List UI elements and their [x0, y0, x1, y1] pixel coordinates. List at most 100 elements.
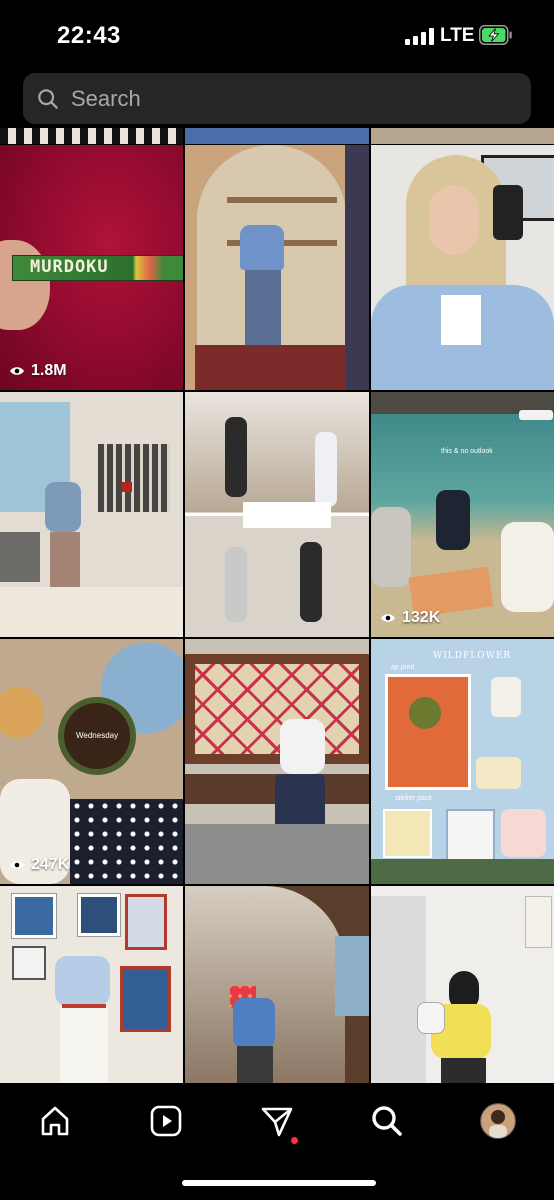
sticker [446, 809, 495, 861]
sticker [383, 809, 432, 858]
person-dark [300, 542, 322, 622]
cafe-tables [0, 532, 40, 582]
reels-icon [150, 1105, 182, 1137]
tile-gallery-wall[interactable] [0, 886, 183, 1083]
rug [195, 345, 345, 390]
view-count: 1.8M [9, 362, 67, 380]
person-shirt [55, 956, 110, 1006]
tile-couple-collage[interactable] [185, 392, 369, 637]
profile-avatar [480, 1103, 516, 1139]
person-pants [237, 1046, 273, 1083]
partial-row-tile[interactable] [0, 128, 183, 144]
partial-row-tile[interactable] [371, 128, 554, 144]
view-count: 132K [380, 609, 440, 627]
person-shirt [240, 225, 284, 270]
overlay-caption: this & no outlook [441, 448, 493, 455]
view-count: 247K [9, 856, 69, 874]
right-wall [345, 145, 369, 390]
photo-wall-accent [122, 482, 132, 492]
frame [120, 966, 171, 1032]
home-icon [41, 1106, 69, 1136]
frame [125, 894, 167, 950]
avatar-image [481, 1104, 515, 1138]
search-bar[interactable] [23, 73, 531, 124]
caption-box [243, 502, 331, 528]
person-belt [62, 1004, 106, 1008]
poster [525, 896, 552, 948]
flower-sticker [491, 677, 521, 717]
nav-reels[interactable] [144, 1099, 188, 1143]
shelf [227, 197, 337, 203]
nav-profile[interactable] [476, 1099, 520, 1143]
art-print-circle [409, 697, 441, 729]
partial-row-tile[interactable] [185, 128, 369, 144]
tile-window-seat[interactable] [185, 639, 369, 884]
home-indicator [182, 1180, 376, 1186]
tile-murdoku-video[interactable]: MURDOKU 1.8M [0, 145, 183, 390]
sticker-title: WILDFLOWER [433, 651, 512, 661]
search-input[interactable] [69, 84, 513, 113]
person-sitting [436, 490, 470, 550]
frame [12, 946, 46, 980]
hand-shape [0, 240, 50, 330]
person-sitting [501, 522, 554, 612]
tile-archway-mirror-selfie[interactable] [185, 145, 369, 390]
sea-view [335, 936, 369, 1016]
person-dark [225, 417, 247, 497]
mug-text: Wednesday [76, 731, 119, 740]
notification-dot [291, 1137, 298, 1144]
view-count-label: 1.8M [31, 362, 67, 379]
sneakers [417, 1002, 445, 1034]
photo-wall [98, 444, 170, 512]
sticker-caption: ap print [391, 664, 415, 671]
eye-icon [10, 861, 24, 869]
tile-blonde-mirror-selfie[interactable] [371, 145, 554, 390]
nav-home[interactable] [33, 1099, 77, 1143]
view-count-label: 132K [402, 609, 441, 626]
pavement [185, 824, 369, 884]
polka-pants [70, 799, 183, 884]
tile-kitchen-sneakers[interactable] [371, 886, 554, 1083]
eye-icon [381, 614, 395, 622]
collage-top [185, 392, 369, 512]
person-light [225, 547, 247, 622]
face-shape [429, 185, 479, 255]
search-icon [372, 1106, 402, 1136]
art-print [385, 674, 471, 790]
eye-icon [10, 367, 24, 375]
person-jacket [45, 482, 81, 532]
tile-hallway-flowers[interactable] [185, 886, 369, 1083]
network-type: LTE [440, 25, 475, 46]
top-shape [441, 295, 481, 345]
status-bar: 22:43 LTE [0, 0, 554, 70]
boat [519, 410, 553, 420]
person-skirt [245, 270, 281, 345]
mug-sticker [476, 757, 521, 789]
frame [77, 893, 121, 937]
nav-search[interactable] [365, 1099, 409, 1143]
tile-coffee-mug[interactable]: Wednesday 247K [0, 639, 183, 884]
nav-messages[interactable] [255, 1099, 299, 1144]
person-top [280, 719, 325, 774]
sticker-caption: sticker pack [395, 795, 432, 802]
person-sitting [371, 507, 411, 587]
beach-chairs [371, 859, 554, 884]
tile-cafe-mirror-selfie[interactable] [0, 392, 183, 637]
fridge [371, 896, 426, 1083]
explore-grid: MURDOKU 1.8M this & no outlook 132K Wedn… [0, 128, 554, 1083]
battery-charging-icon [479, 25, 512, 45]
direct-message-icon [261, 1107, 293, 1137]
person-skirt [60, 1006, 108, 1083]
tile-sticker-pack[interactable]: WILDFLOWER ap print sticker pack [371, 639, 554, 884]
status-time: 22:43 [57, 22, 121, 49]
person-shirt [233, 998, 275, 1048]
person-light [315, 432, 337, 507]
person-skirt [275, 774, 325, 829]
floor [0, 587, 183, 637]
window-lattice [195, 664, 359, 754]
murdoku-label: MURDOKU [30, 257, 109, 277]
view-count-label: 247K [31, 856, 70, 873]
frame [11, 893, 57, 939]
phone-shape [493, 185, 523, 240]
tile-beach-friends[interactable]: this & no outlook 132K [371, 392, 554, 637]
